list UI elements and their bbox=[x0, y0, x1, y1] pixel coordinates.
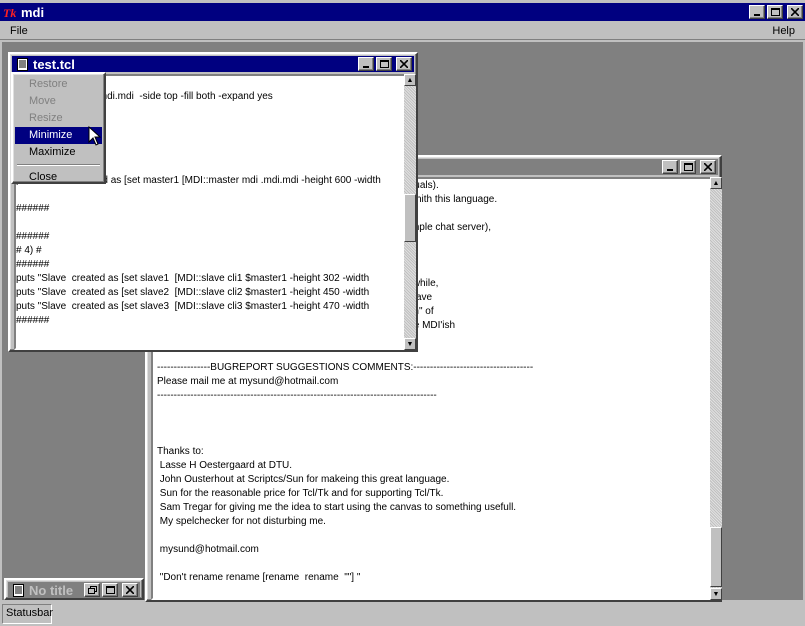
menubar: File Help bbox=[0, 22, 805, 40]
no-title-maximize-button[interactable] bbox=[102, 583, 118, 597]
no-title-titlebar[interactable]: No title bbox=[8, 582, 140, 598]
text-line: puts "Slave created as [set slave2 [MDI:… bbox=[16, 287, 370, 298]
app-close-button[interactable] bbox=[787, 5, 803, 19]
scroll-up-arrow-icon[interactable]: ▲ bbox=[710, 177, 722, 189]
scroll-down-arrow-icon[interactable]: ▼ bbox=[404, 338, 416, 350]
text-line: ----------------BUGREPORT SUGGESTIONS CO… bbox=[157, 362, 534, 373]
statusbar: Statusbar bbox=[2, 604, 803, 624]
test-vertical-scrollbar[interactable]: ▲ ▼ bbox=[404, 74, 416, 350]
menu-help[interactable]: Help bbox=[768, 25, 799, 37]
text-line: puts "Slave created as [set slave1 [MDI:… bbox=[16, 273, 370, 284]
menu-separator bbox=[17, 164, 100, 166]
menu-file[interactable]: File bbox=[6, 25, 32, 37]
big-vertical-scrollbar[interactable]: ▲ ▼ bbox=[710, 177, 722, 600]
text-line: Thanks to: bbox=[157, 446, 204, 457]
tk-icon[interactable]: Tk bbox=[3, 5, 17, 19]
text-line: My spelchecker for not disturbing me. bbox=[157, 516, 326, 527]
text-line: Lasse H Oestergaard at DTU. bbox=[157, 460, 293, 471]
test-maximize-button[interactable] bbox=[376, 57, 392, 71]
app-maximize-button[interactable] bbox=[767, 5, 783, 19]
text-line: puts "Slave created as [set slave3 [MDI:… bbox=[16, 301, 370, 312]
app-minimize-button[interactable] bbox=[749, 5, 765, 19]
text-line: mysund@hotmail.com bbox=[157, 544, 259, 555]
minimized-window-no-title[interactable]: No title bbox=[4, 578, 144, 600]
big-close-button[interactable] bbox=[700, 160, 716, 174]
document-icon[interactable] bbox=[11, 583, 25, 597]
scroll-thumb[interactable] bbox=[404, 194, 416, 242]
svg-text:Tk: Tk bbox=[3, 6, 16, 18]
status-text: Statusbar bbox=[2, 604, 53, 624]
test-window-titlebar[interactable]: test.tcl bbox=[12, 56, 414, 72]
text-line bbox=[157, 529, 533, 543]
system-menu-item-move[interactable]: Move bbox=[15, 93, 102, 110]
big-maximize-button[interactable] bbox=[680, 160, 696, 174]
text-line: ###### bbox=[16, 315, 50, 326]
text-line: Sun for the reasonable price for Tcl/Tk … bbox=[157, 488, 444, 499]
text-line bbox=[16, 216, 381, 230]
text-line: # 4) # bbox=[16, 245, 42, 256]
system-menu-item-close[interactable]: Close bbox=[15, 169, 102, 186]
system-menu-item-restore[interactable]: Restore bbox=[15, 76, 102, 93]
text-line: ----------------------------------------… bbox=[157, 390, 437, 401]
test-close-button[interactable] bbox=[396, 57, 412, 71]
text-line: Sam Tregar for giving me the idea to sta… bbox=[157, 502, 517, 513]
document-icon[interactable] bbox=[15, 57, 29, 71]
text-line: ###### bbox=[16, 259, 50, 270]
text-line bbox=[157, 431, 533, 445]
big-minimize-button[interactable] bbox=[662, 160, 678, 174]
test-minimize-button[interactable] bbox=[358, 57, 374, 71]
scroll-thumb[interactable] bbox=[710, 527, 722, 587]
test-window-title: test.tcl bbox=[33, 56, 75, 72]
text-line bbox=[157, 403, 533, 417]
system-menu-item-resize[interactable]: Resize bbox=[15, 110, 102, 127]
text-line: ###### bbox=[16, 231, 50, 242]
app-title: mdi bbox=[21, 4, 45, 20]
text-line bbox=[16, 188, 381, 202]
text-line: ###### bbox=[16, 203, 50, 214]
scroll-down-arrow-icon[interactable]: ▼ bbox=[710, 588, 722, 600]
text-line: Please mail me at mysund@hotmail.com bbox=[157, 376, 339, 387]
system-menu-item-maximize[interactable]: Maximize bbox=[15, 144, 102, 161]
text-line bbox=[157, 557, 533, 571]
scroll-up-arrow-icon[interactable]: ▲ bbox=[404, 74, 416, 86]
no-title-title: No title bbox=[29, 582, 74, 598]
text-line: "Don't rename rename [rename rename ""] … bbox=[157, 572, 361, 583]
text-line: John Ousterhout at Scriptcs/Sun for make… bbox=[157, 474, 450, 485]
text-line bbox=[157, 417, 533, 431]
no-title-close-button[interactable] bbox=[122, 583, 138, 597]
restore-button[interactable] bbox=[84, 583, 100, 597]
app-titlebar[interactable]: Tk mdi bbox=[0, 3, 805, 21]
mouse-pointer-icon bbox=[88, 126, 102, 146]
